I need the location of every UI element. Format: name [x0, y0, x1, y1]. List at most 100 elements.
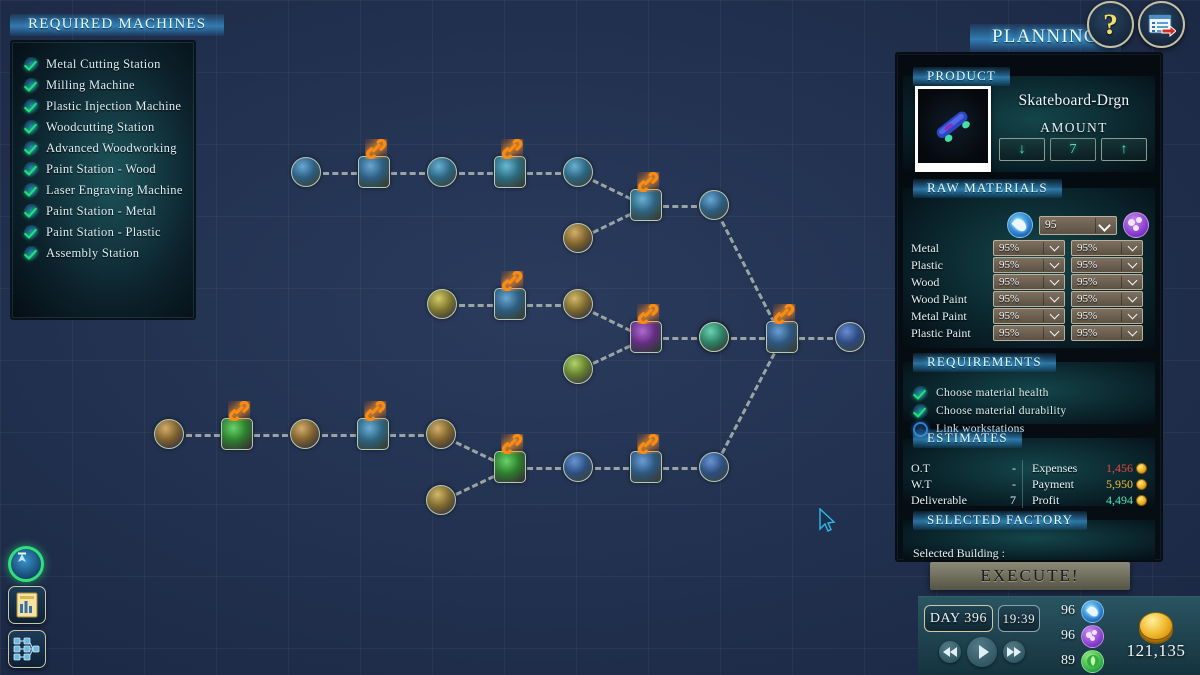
- graph-node-wood-log[interactable]: [154, 419, 184, 449]
- navigation-compass-button[interactable]: [8, 546, 44, 582]
- milling-machine-icon: [494, 156, 526, 188]
- molecule-icon: [1123, 212, 1149, 238]
- requirements-section: REQUIREMENTS Choose material health Choos…: [903, 353, 1155, 437]
- plastic-paint-icon: [563, 354, 593, 384]
- check-icon: [24, 120, 39, 135]
- execute-button[interactable]: EXECUTE!: [930, 562, 1130, 590]
- graph-node-painted-metal[interactable]: [699, 190, 729, 220]
- coin-icon: [1136, 494, 1147, 506]
- graph-edge: [720, 220, 776, 325]
- advanced-woodworking-icon: [357, 418, 389, 450]
- graph-node-paint-station-metal[interactable]: [630, 171, 662, 221]
- mouse-pointer-icon: [819, 508, 836, 532]
- required-machine-label: Advanced Woodworking: [46, 141, 177, 155]
- graph-node-assembly-station[interactable]: [766, 303, 798, 353]
- raw-materials-section: RAW MATERIALS 95 Metal 95% 95% Plastic 95% 95…: [903, 179, 1155, 348]
- graph-node-metal-blade[interactable]: [563, 157, 593, 187]
- painted-deck-icon: [563, 452, 593, 482]
- requirement-row: Choose material health: [913, 384, 1066, 402]
- fast-forward-icon: [1007, 647, 1021, 657]
- day-counter: DAY 396: [924, 605, 993, 632]
- check-icon: [913, 385, 928, 401]
- graph-node-wood-deck[interactable]: [426, 419, 456, 449]
- paint-station-wood-icon: [494, 451, 526, 483]
- check-icon: [24, 78, 39, 93]
- material-durability-select[interactable]: 95%: [1071, 274, 1143, 290]
- graph-node-plastic-pellets[interactable]: [427, 289, 457, 319]
- required-machine-label: Paint Station - Wood: [46, 162, 156, 176]
- painted-metal-icon: [699, 190, 729, 220]
- graph-edge: [455, 441, 496, 463]
- question-mark-icon: ?: [1103, 7, 1118, 41]
- material-health-select[interactable]: 95%: [993, 240, 1065, 256]
- material-health-value: 95%: [999, 310, 1020, 322]
- report-document-button[interactable]: [8, 586, 46, 624]
- planning-panel: PLANNING ? PRODUCT Skateboard-Drgn AMOUN…: [890, 0, 1200, 600]
- material-durability-select[interactable]: 95%: [1071, 240, 1143, 256]
- material-health-select[interactable]: 95%: [993, 257, 1065, 273]
- material-health-select[interactable]: 95%: [993, 325, 1065, 341]
- graph-node-plastic-part[interactable]: [563, 289, 593, 319]
- required-machines-list: Metal Cutting Station Milling Machine Plas…: [10, 40, 196, 320]
- amount-decrease-button[interactable]: ↓: [999, 138, 1045, 161]
- order-list-button[interactable]: [1138, 1, 1185, 48]
- material-durability-select[interactable]: 95%: [1071, 308, 1143, 324]
- product-title: PRODUCT: [913, 67, 1011, 86]
- graph-node-paint-station-plastic[interactable]: [630, 303, 662, 353]
- material-health-select[interactable]: 95%: [993, 308, 1065, 324]
- material-durability-select[interactable]: 95%: [1071, 325, 1143, 341]
- estimate-key: W.T: [911, 476, 932, 491]
- graph-node-wood-plank[interactable]: [290, 419, 320, 449]
- assembly-input-icon: [699, 322, 729, 352]
- help-button[interactable]: ?: [1087, 1, 1134, 48]
- graph-node-laser-engraving[interactable]: [630, 433, 662, 483]
- required-machine-row: Paint Station - Plastic: [18, 222, 188, 243]
- amount-increase-button[interactable]: ↑: [1101, 138, 1147, 161]
- material-durability-value: 95%: [1077, 276, 1098, 288]
- material-health-select[interactable]: 95%: [993, 274, 1065, 290]
- clock-display: 19:39: [997, 605, 1040, 632]
- graph-node-painted-deck[interactable]: [563, 452, 593, 482]
- graph-node-woodcutting-station[interactable]: [221, 400, 253, 450]
- material-health-select[interactable]: 95%: [993, 291, 1065, 307]
- estimate-row: O.T -: [911, 460, 1016, 476]
- raw-materials-title: RAW MATERIALS: [913, 179, 1062, 198]
- graph-node-assembly-input[interactable]: [699, 322, 729, 352]
- requirement-row: Choose material durability: [913, 402, 1066, 420]
- required-machine-label: Woodcutting Station: [46, 120, 155, 134]
- material-durability-select[interactable]: 95%: [1071, 291, 1143, 307]
- play-button[interactable]: [967, 637, 997, 667]
- material-name: Metal Paint: [911, 308, 967, 323]
- graph-edge: [663, 337, 697, 340]
- graph-node-metal-part[interactable]: [427, 157, 457, 187]
- production-graph-button[interactable]: [8, 630, 46, 668]
- graph-node-metal-cutting[interactable]: [358, 138, 390, 188]
- graph-node-metal-paint[interactable]: [563, 223, 593, 253]
- estimate-value: 1,456: [1106, 460, 1133, 475]
- money-value: 121,135: [1126, 640, 1186, 660]
- graph-edge: [731, 337, 765, 340]
- estimate-row: Profit 4,494: [1032, 492, 1147, 508]
- graph-node-metal-ore[interactable]: [291, 157, 321, 187]
- material-durability-select[interactable]: 95%: [1071, 257, 1143, 273]
- woodcutting-station-icon: [221, 418, 253, 450]
- amount-stepper: ↓ 7 ↑: [999, 138, 1147, 161]
- fast-forward-button[interactable]: [1003, 641, 1025, 663]
- graph-node-wood-paint[interactable]: [426, 485, 456, 515]
- raw-materials-table: Metal 95% 95% Plastic 95% 95% Wood 95% 95% Wood P…: [911, 240, 1149, 342]
- selected-factory-title: SELECTED FACTORY: [913, 511, 1088, 530]
- required-machine-label: Paint Station - Plastic: [46, 225, 161, 239]
- graph-node-plastic-paint[interactable]: [563, 354, 593, 384]
- required-machine-label: Paint Station - Metal: [46, 204, 157, 218]
- master-health-select[interactable]: 95: [1039, 215, 1117, 235]
- graph-node-paint-station-wood[interactable]: [494, 433, 526, 483]
- estimate-value: 5,950: [1106, 476, 1133, 491]
- master-health-value: 95: [1045, 219, 1057, 231]
- graph-node-plastic-injection[interactable]: [494, 270, 526, 320]
- graph-node-skateboard-output[interactable]: [835, 322, 865, 352]
- rewind-button[interactable]: [939, 641, 961, 663]
- graph-node-engraved-deck[interactable]: [699, 452, 729, 482]
- graph-node-advanced-woodworking[interactable]: [357, 400, 389, 450]
- product-title-wrap: PRODUCT: [913, 67, 1011, 86]
- graph-node-milling-machine[interactable]: [494, 138, 526, 188]
